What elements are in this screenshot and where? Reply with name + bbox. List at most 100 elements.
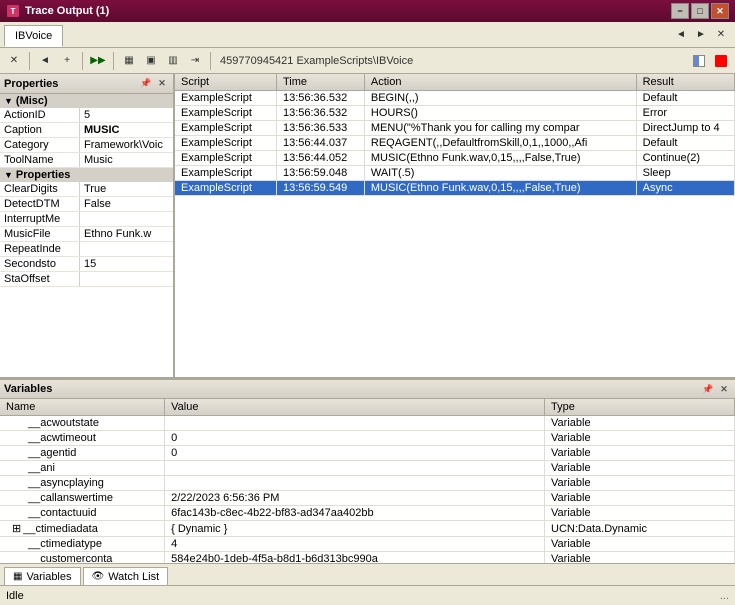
vars-col-type: Type	[545, 399, 735, 416]
tool-btn-grid3[interactable]: ▥	[163, 51, 183, 71]
status-dots: ...	[720, 590, 729, 602]
prop-value-secondsto[interactable]: 15	[80, 257, 173, 271]
properties-close-button[interactable]: ✕	[155, 77, 169, 91]
variables-panel: Variables 📌 ✕ Name Value Type __acwoutst…	[0, 379, 735, 563]
nav-close-button[interactable]: ✕	[711, 25, 731, 45]
tool-btn-grid2[interactable]: ▣	[141, 51, 161, 71]
grid-view-button[interactable]	[689, 51, 709, 71]
trace-cell-script: ExampleScript	[175, 136, 276, 151]
trace-cell-result: Sleep	[636, 166, 734, 181]
vars-cell-name: __acwoutstate	[0, 416, 165, 431]
vars-col-value: Value	[165, 399, 545, 416]
nav-forward-button[interactable]: ►	[691, 25, 711, 45]
vars-cell-type: Variable	[545, 506, 735, 521]
prop-value-staoffset[interactable]	[80, 272, 173, 286]
trace-row[interactable]: ExampleScript 13:56:44.052 MUSIC(Ethno F…	[175, 151, 735, 166]
vars-cell-name: __callanswertime	[0, 491, 165, 506]
nav-back-button[interactable]: ◄	[671, 25, 691, 45]
prop-name-interruptme: InterruptMe	[0, 212, 80, 226]
variables-close-button[interactable]: ✕	[717, 382, 731, 396]
close-button[interactable]: ✕	[711, 3, 729, 19]
trace-cell-script: ExampleScript	[175, 151, 276, 166]
ibvoice-tab[interactable]: IBVoice	[4, 25, 63, 47]
prop-value-interruptme[interactable]	[80, 212, 173, 226]
misc-category-label: (Misc)	[16, 95, 48, 107]
vars-cell-type: Variable	[545, 416, 735, 431]
vars-cell-name: __contactuuid	[0, 506, 165, 521]
trace-row[interactable]: ExampleScript 13:56:36.533 MENU("%Thank …	[175, 121, 735, 136]
prop-value-repeatinde[interactable]	[80, 242, 173, 256]
vars-row[interactable]: __asyncplaying Variable	[0, 476, 735, 491]
prop-value-detectdtm[interactable]: False	[80, 197, 173, 211]
tab-variables[interactable]: ▦ Variables	[4, 567, 81, 585]
vars-cell-name: __ctimediatype	[0, 537, 165, 552]
trace-row[interactable]: ExampleScript 13:56:36.532 BEGIN(,,) Def…	[175, 91, 735, 106]
trace-col-action: Action	[364, 74, 636, 91]
trace-row[interactable]: ExampleScript 13:56:59.549 MUSIC(Ethno F…	[175, 181, 735, 196]
trace-cell-result: Continue(2)	[636, 151, 734, 166]
tab-watchlist[interactable]: 👁 Watch List	[83, 567, 169, 585]
trace-cell-result: Error	[636, 106, 734, 121]
vars-cell-name: __acwtimeout	[0, 431, 165, 446]
prop-value-toolname[interactable]: Music	[80, 153, 173, 167]
vars-row[interactable]: __acwoutstate Variable	[0, 416, 735, 431]
trace-cell-result: Default	[636, 136, 734, 151]
prop-value-cleardigits[interactable]: True	[80, 182, 173, 196]
vars-row[interactable]: ⊞__ctimediadata { Dynamic } UCN:Data.Dyn…	[0, 521, 735, 537]
prop-value-musicfile[interactable]: Ethno Funk.w	[80, 227, 173, 241]
prop-value-category[interactable]: Framework\Voic	[80, 138, 173, 152]
properties-expand-icon: ▼	[4, 170, 13, 180]
prop-name-actionid: ActionID	[0, 108, 80, 122]
tool-btn-add[interactable]: +	[57, 51, 77, 71]
variables-scroll[interactable]: Name Value Type __acwoutstate Variable _…	[0, 399, 735, 563]
vars-cell-value	[165, 416, 545, 431]
trace-row[interactable]: ExampleScript 13:56:59.048 WAIT(.5) Slee…	[175, 166, 735, 181]
properties-header-icons: 📌 ✕	[139, 77, 169, 91]
prop-value-caption[interactable]: MUSIC	[80, 123, 173, 137]
trace-col-result: Result	[636, 74, 734, 91]
prop-name-detectdtm: DetectDTM	[0, 197, 80, 211]
vars-row[interactable]: __customerconta 584e24b0-1deb-4f5a-b8d1-…	[0, 552, 735, 564]
prop-row-musicfile: MusicFile Ethno Funk.w	[0, 227, 173, 242]
trace-cell-result: Async	[636, 181, 734, 196]
tool-btn-link[interactable]: ⇥	[185, 51, 205, 71]
prop-row-staoffset: StaOffset	[0, 272, 173, 287]
expand-icon[interactable]: ⊞	[12, 522, 21, 535]
prop-row-caption: Caption MUSIC	[0, 123, 173, 138]
vars-row[interactable]: __ctimediatype 4 Variable	[0, 537, 735, 552]
tool-btn-back[interactable]: ◄	[35, 51, 55, 71]
maximize-button[interactable]: □	[691, 3, 709, 19]
vars-row[interactable]: __contactuuid 6fac143b-c8ec-4b22-bf83-ad…	[0, 506, 735, 521]
toolbar-area: IBVoice ◄ ► ✕	[0, 22, 735, 48]
prop-name-musicfile: MusicFile	[0, 227, 80, 241]
vars-row[interactable]: __callanswertime 2/22/2023 6:56:36 PM Va…	[0, 491, 735, 506]
tool-btn-grid1[interactable]: ▦	[119, 51, 139, 71]
prop-row-interruptme: InterruptMe	[0, 212, 173, 227]
tool-btn-play[interactable]: ▶▶	[88, 51, 108, 71]
window-controls: − □ ✕	[671, 3, 729, 19]
variables-pin-button[interactable]: 📌	[701, 382, 715, 396]
prop-name-staoffset: StaOffset	[0, 272, 80, 286]
trace-row[interactable]: ExampleScript 13:56:36.532 HOURS() Error	[175, 106, 735, 121]
vars-cell-value	[165, 476, 545, 491]
stop-button[interactable]	[711, 51, 731, 71]
variables-table: Name Value Type __acwoutstate Variable _…	[0, 399, 735, 563]
svg-text:T: T	[11, 7, 16, 16]
vars-row[interactable]: __ani Variable	[0, 461, 735, 476]
trace-cell-action: MUSIC(Ethno Funk.wav,0,15,,,,False,True)	[364, 181, 636, 196]
vars-cell-value: 6fac143b-c8ec-4b22-bf83-ad347aa402bb	[165, 506, 545, 521]
tool-btn-1[interactable]: ✕	[4, 51, 24, 71]
trace-row[interactable]: ExampleScript 13:56:44.037 REQAGENT(,,De…	[175, 136, 735, 151]
watchlist-tab-icon: 👁	[92, 571, 105, 582]
minimize-button[interactable]: −	[671, 3, 689, 19]
prop-value-actionid[interactable]: 5	[80, 108, 173, 122]
misc-category[interactable]: ▼ (Misc)	[0, 94, 173, 108]
sep2	[82, 52, 83, 70]
trace-scroll[interactable]: Script Time Action Result ExampleScript …	[175, 74, 735, 377]
properties-subcategory[interactable]: ▼ Properties	[0, 168, 173, 182]
properties-pin-button[interactable]: 📌	[139, 77, 153, 91]
vars-row[interactable]: __acwtimeout 0 Variable	[0, 431, 735, 446]
trace-cell-script: ExampleScript	[175, 181, 276, 196]
trace-cell-time: 13:56:36.532	[276, 106, 364, 121]
vars-row[interactable]: __agentid 0 Variable	[0, 446, 735, 461]
